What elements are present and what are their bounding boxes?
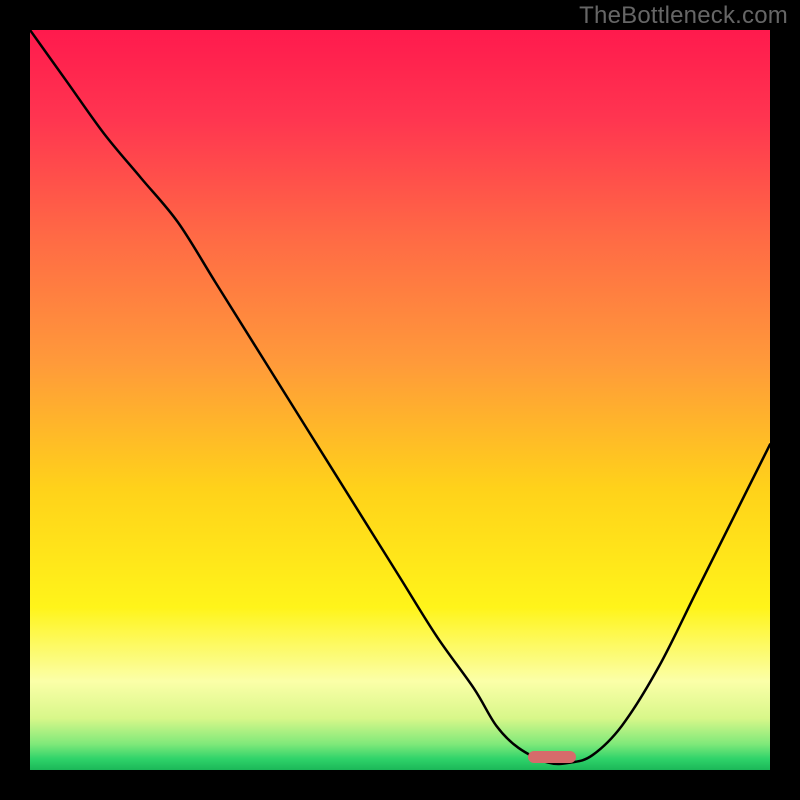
watermark-label: TheBottleneck.com (579, 2, 788, 30)
optimal-marker (528, 751, 576, 763)
plot-area (30, 30, 770, 770)
chart-frame: TheBottleneck.com (0, 0, 800, 800)
plot-gradient-background (30, 30, 770, 770)
